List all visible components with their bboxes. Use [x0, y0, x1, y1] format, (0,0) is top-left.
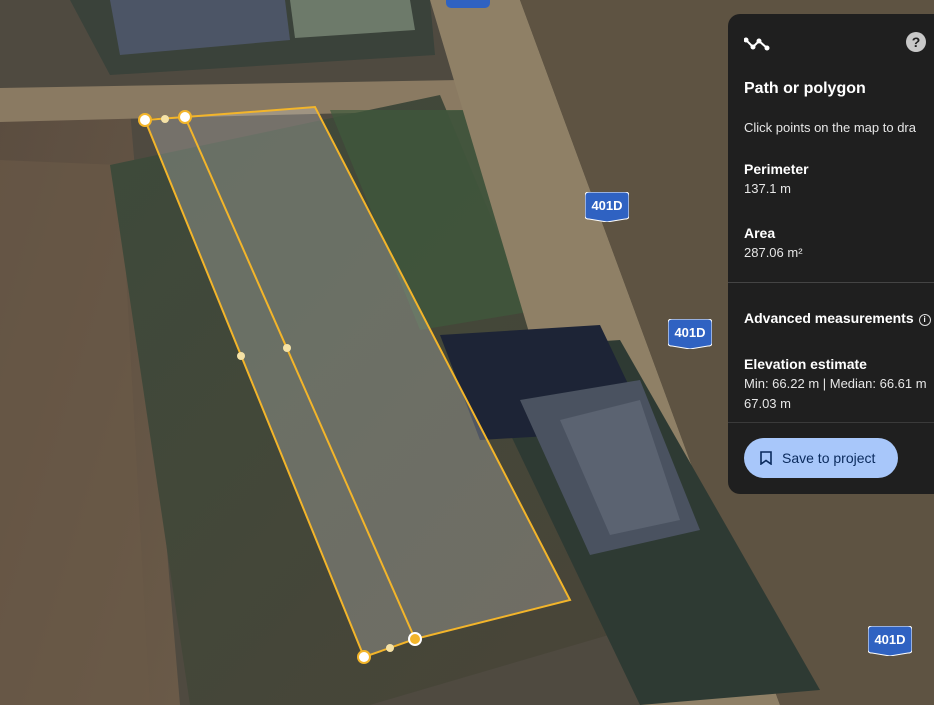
advanced-measurements-label: Advanced measurements: [744, 310, 914, 326]
measurement-panel: ? Path or polygon Click points on the ma…: [728, 14, 934, 494]
road-shield-401d[interactable]: 401D: [868, 626, 912, 656]
perimeter-value: 137.1 m: [744, 181, 791, 196]
midpoint-handle[interactable]: [283, 344, 291, 352]
vertex-handle[interactable]: [178, 110, 192, 124]
save-button-label: Save to project: [782, 450, 876, 466]
road-shield-label: 401D: [874, 632, 906, 647]
instruction-text: Click points on the map to dra: [744, 120, 916, 135]
road-shield-label: 401D: [674, 325, 706, 340]
perimeter-label: Perimeter: [744, 161, 809, 177]
help-icon[interactable]: ?: [906, 32, 926, 52]
area-label: Area: [744, 225, 776, 241]
road-shield-401d[interactable]: 401D: [668, 319, 712, 349]
advanced-measurements-toggle[interactable]: Advanced measurements i: [744, 310, 931, 326]
road-shield-401d[interactable]: 401D: [585, 192, 629, 222]
vertex-handle[interactable]: [138, 113, 152, 127]
elevation-label: Elevation estimate: [744, 356, 867, 372]
midpoint-handle[interactable]: [386, 644, 394, 652]
panel-title: Path or polygon: [744, 80, 866, 97]
elevation-max: 67.03 m: [744, 396, 791, 411]
midpoint-handle[interactable]: [161, 115, 169, 123]
area-value: 287.06 m²: [744, 245, 803, 260]
road-shield-label: 401D: [591, 198, 623, 213]
elevation-range: Min: 66.22 m | Median: 66.61 m: [744, 376, 927, 391]
midpoint-handle[interactable]: [237, 352, 245, 360]
road-badge-partial: [446, 0, 490, 8]
vertex-handle[interactable]: [357, 650, 371, 664]
save-to-project-button[interactable]: Save to project: [744, 438, 898, 478]
info-icon[interactable]: i: [918, 314, 931, 326]
panel-divider: [728, 422, 934, 423]
bookmark-icon: [760, 451, 772, 465]
path-measure-icon: [744, 37, 770, 51]
vertex-handle[interactable]: [408, 632, 422, 646]
panel-divider: [728, 282, 934, 283]
